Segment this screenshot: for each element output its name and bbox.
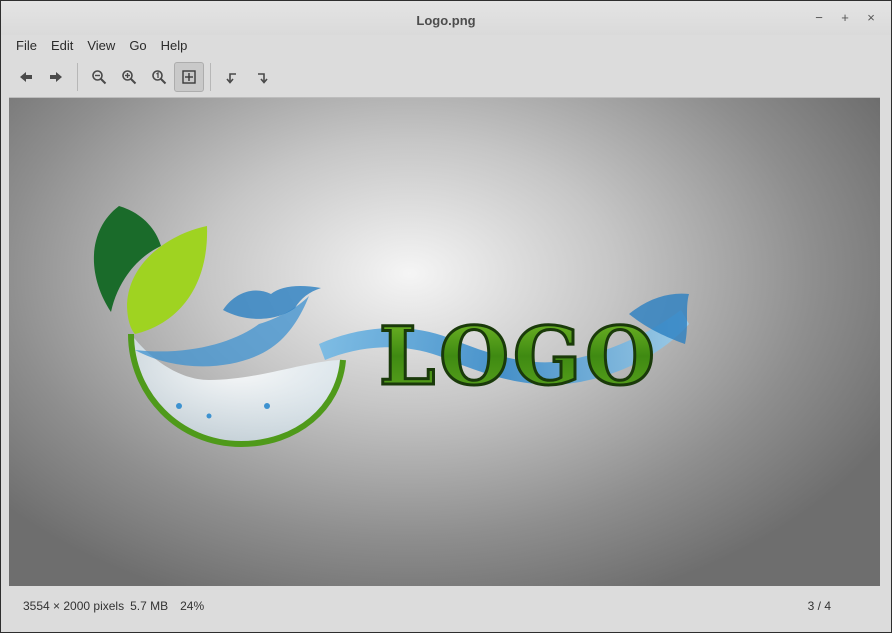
toolbar-separator [77,63,78,91]
zoom-in-icon [122,70,137,85]
menu-go[interactable]: Go [122,37,153,55]
title-bar[interactable]: Logo.png − + × [1,1,891,35]
zoom-out-icon [92,70,107,85]
image-canvas[interactable]: LOGO [9,97,880,586]
maximize-button[interactable]: + [839,11,851,25]
window-controls: − + × [813,11,877,25]
image-dimensions: 3554 × 2000 pixels [23,599,125,613]
best-fit-button[interactable] [174,62,204,92]
zoom-original-button[interactable] [144,62,174,92]
forward-icon [50,72,62,82]
rotate-left-icon [226,73,236,84]
back-icon [20,72,32,82]
minimize-button[interactable]: − [813,11,825,25]
zoom-in-button[interactable] [114,62,144,92]
image-position: 3 / 4 [807,599,831,613]
status-info: 3554 × 2000 pixels 5.7 MB 24% [23,599,204,613]
toolbar [11,61,277,93]
zoom-out-button[interactable] [84,62,114,92]
menu-view[interactable]: View [80,37,122,55]
zoom-original-icon [152,70,167,85]
rotate-right-icon [258,73,268,84]
close-button[interactable]: × [865,11,877,25]
forward-button[interactable] [41,62,71,92]
menu-help[interactable]: Help [154,37,195,55]
zoom-level: 24% [180,599,205,613]
image-viewer-window: Logo.png − + × File Edit View Go Help LO… [0,0,892,633]
displayed-logo-image: LOGO [93,206,689,448]
menu-file[interactable]: File [9,37,44,55]
menu-bar: File Edit View Go Help [9,37,194,55]
back-button[interactable] [11,62,41,92]
toolbar-separator [210,63,211,91]
status-bar: 3554 × 2000 pixels 5.7 MB 24% 3 / 4 [1,589,891,622]
best-fit-icon [182,70,196,84]
file-size: 5.7 MB [130,599,169,613]
rotate-right-button[interactable] [247,62,277,92]
rotate-left-button[interactable] [217,62,247,92]
window-title: Logo.png [416,13,476,28]
menu-edit[interactable]: Edit [44,37,80,55]
logo-text: LOGO [379,309,659,403]
